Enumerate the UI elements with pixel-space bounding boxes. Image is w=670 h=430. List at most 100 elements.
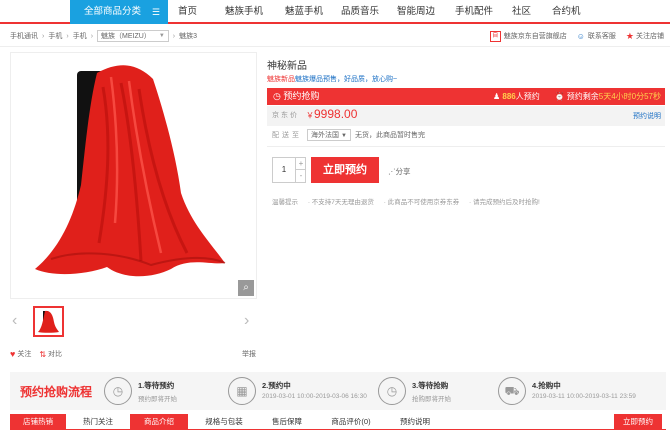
flow-step-desc: 2019-03-01 10:00-2019-03-06 16:30 [262,393,367,400]
heart-icon: ♥ [10,349,16,359]
reserve-label-text: 预约抢购 [283,91,320,101]
nav-item-music[interactable]: 品质音乐 [341,0,397,24]
price-label: 京东价 [272,112,299,119]
flow-title: 预约抢购流程 [20,385,93,399]
self-operated-badge-icon: 自 [489,30,501,42]
tip-item: · 此商品不可使用京券东券 [383,199,460,206]
flow-step: ◷ 3.等待抢购 抢购即将开始 [378,377,508,405]
quantity-plus-button[interactable]: + [295,158,306,170]
thumb-next-arrow-icon[interactable]: › [244,312,249,330]
zoom-icon[interactable]: ⌕ [238,280,254,296]
tab-after-sale[interactable]: 售后保障 [260,414,314,430]
brand-select-value: 魅族（MEIZU） [101,32,151,40]
nav-item-smart[interactable]: 智能周边 [397,0,455,24]
share-icon: ⋰ [388,167,396,176]
star-icon: ★ [625,30,634,41]
thumb-prev-arrow-icon[interactable]: ‹ [12,312,17,330]
delivery-label: 配送至 [272,132,302,139]
reserve-now-button[interactable]: 立即预约 [311,157,379,183]
chevron-right-icon: › [90,32,94,40]
report-link[interactable]: 举报 [242,349,256,359]
clock-icon: ◷ [273,91,281,101]
price-number: 9998.00 [314,107,358,121]
brand-select[interactable]: 魅族（MEIZU） ▼ [97,30,169,42]
stock-status: 无货，此商品暂时售完 [354,132,425,139]
tips-row: 温馨提示 · 不支持7天无理由退货 · 此商品不可使用京券东券 · 请完成预约后… [272,196,548,206]
quantity-minus-button[interactable]: - [295,170,306,182]
gallery-actions: ♥ 关注 ⇅ 对比 [10,349,62,359]
tab-reviews[interactable]: 商品评价(0) [318,414,384,430]
flow-step: ◷ 1.等待预约 预约即将开始 [104,377,234,405]
nav-item-accessories[interactable]: 手机配件 [455,0,512,24]
all-categories-label: 全部商品分类 [84,6,142,17]
alarm-icon: ⏰ [554,92,565,101]
nav-item-meizu-phone[interactable]: 魅族手机 [225,0,285,24]
flow-step-title: 2.预约中 [262,381,291,390]
reserve-count: ♟ 886人预约 [493,88,540,105]
breadcrumb-item[interactable]: 手机通讯 [10,31,38,41]
user-icon: ♟ [493,92,501,101]
reserve-count-suffix: 人预约 [515,92,540,101]
chevron-right-icon: › [66,32,69,40]
tips-label: 温馨提示 [272,199,298,206]
compare-icon: ⇅ [39,349,47,359]
reserve-label: ◷ 预约抢购 [273,88,319,105]
currency-symbol: ￥ [306,111,314,120]
price-box: 京东价 ￥9998.00 预约说明 [267,106,665,126]
region-value: 海外法国 [311,132,339,139]
tab-shop-hot[interactable]: 店铺热销 [10,414,66,430]
compare-link[interactable]: 对比 [48,349,62,359]
region-select[interactable]: 海外法国 ▼ [307,129,351,141]
reserve-flow: 预约抢购流程 ◷ 1.等待预约 预约即将开始 ▦ 2.预约中 2019-03-0… [10,372,666,410]
nav-links: 首页 魅族手机 魅蓝手机 品质音乐 智能周边 手机配件 社区 合约机 [178,0,592,24]
share-button[interactable]: ⋰分享 [388,166,411,177]
tab-spec[interactable]: 规格与包装 [194,414,254,430]
contact-service-link[interactable]: 联系客服 [588,31,616,41]
breadcrumb-item[interactable]: 手机 [48,31,62,41]
divider [267,146,665,147]
tip-item: · 不支持7天无理由退货 [307,199,374,206]
tab-reserve-button[interactable]: 立即预约 [614,414,662,430]
thumbnail-graphic [35,308,62,335]
countdown-value: 5天4小时0分57秒 [598,92,661,101]
flow-step-title: 4.抢购中 [532,381,561,390]
tab-product-intro[interactable]: 商品介绍 [130,414,188,430]
reserve-explain-link[interactable]: 预约说明 [633,111,661,121]
quantity-input[interactable]: 1 [273,158,295,182]
main-product-image[interactable]: ⌕ [10,52,257,299]
nav-item-community[interactable]: 社区 [512,0,552,24]
tab-reserve-explain[interactable]: 预约说明 [388,414,442,430]
quantity-stepper[interactable]: 1 + - [272,157,306,183]
reserve-bar: ◷ 预约抢购 ♟ 886人预约 ⏰ 预约剩余5天4小时0分57秒 [267,88,665,105]
chevron-down-icon: ▼ [341,133,347,139]
breadcrumb-product: 魅族3 [179,33,198,40]
shop-name[interactable]: 魅族京东自营旗舰店 [504,31,567,41]
tip-item: · 请完成预约后及时抢购! [469,199,540,206]
chevron-right-icon: › [172,32,176,40]
promo-link[interactable]: 魅族爆品预售，好品质，放心购~ [295,76,397,83]
nav-item-meilan-phone[interactable]: 魅蓝手机 [285,0,341,24]
countdown-label: 预约剩余 [566,92,599,101]
chevron-down-icon: ▼ [158,32,165,39]
thumbnail-image[interactable] [33,306,64,337]
flow-step: ⛟ 4.抢购中 2019-03-11 10:00-2019-03-11 23:5… [498,377,636,405]
nav-item-home[interactable]: 首页 [178,0,225,24]
nav-item-contract[interactable]: 合约机 [552,0,592,24]
breadcrumb-item[interactable]: 手机 [73,31,87,41]
all-categories-button[interactable]: 全部商品分类 ☰ [70,0,168,24]
menu-icon: ☰ [151,7,160,17]
clock-icon: ◷ [104,377,132,405]
breadcrumb: 手机通讯 › 手机 › 手机 › 魅族（MEIZU） ▼ › 魅族3 [10,29,197,43]
top-nav: 全部商品分类 ☰ 首页 魅族手机 魅蓝手机 品质音乐 智能周边 手机配件 社区 … [0,0,670,24]
follow-shop-link[interactable]: 关注店铺 [636,31,664,41]
cart-icon: ⛟ [498,377,526,405]
chevron-right-icon: › [42,32,45,40]
phone-under-red-cloth-image [11,53,256,298]
flow-step-desc: 2019-03-11 10:00-2019-03-11 23:59 [532,393,636,400]
tab-hot-follow[interactable]: 热门关注 [70,414,126,430]
flow-step: ▦ 2.预约中 2019-03-01 10:00-2019-03-06 16:3… [228,377,367,405]
flow-step-desc: 预约即将开始 [138,396,177,403]
product-title: 神秘新品 [267,61,307,72]
follow-product-link[interactable]: 关注 [17,349,31,359]
promo-text: 魅族新品魅族爆品预售，好品质，放心购~ [267,74,397,84]
